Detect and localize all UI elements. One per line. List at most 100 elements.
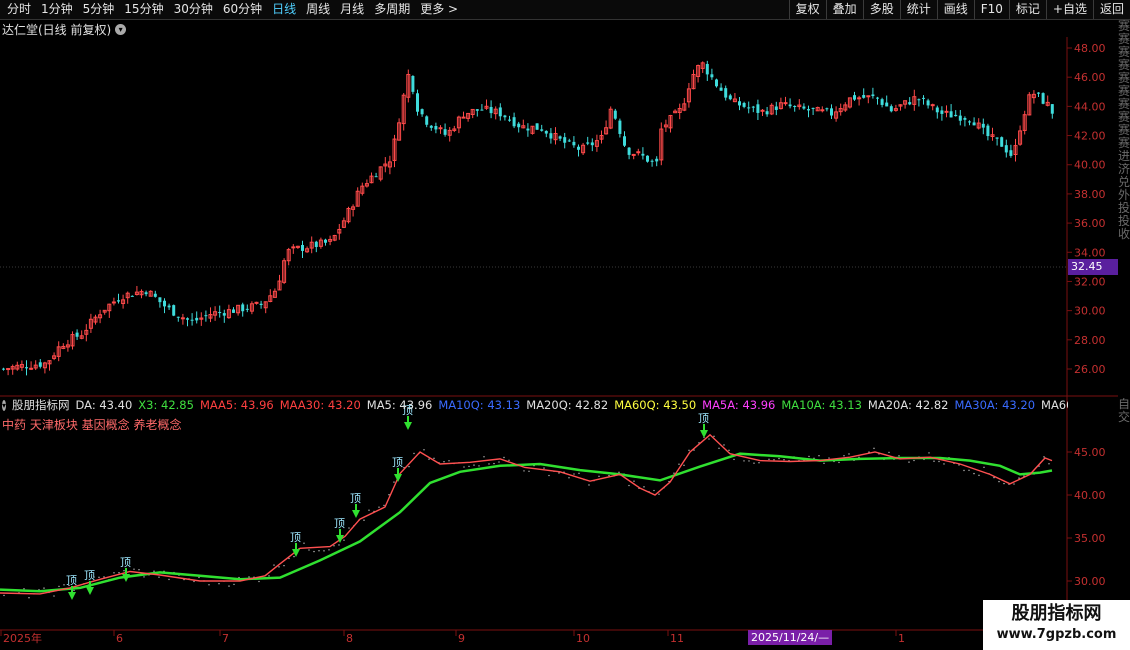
indicator-value-8: MA5A: 43.96 bbox=[702, 398, 776, 412]
da-dot bbox=[578, 472, 580, 475]
tool-button-4[interactable]: 画线 bbox=[936, 0, 974, 19]
candle-body bbox=[820, 109, 825, 112]
candle-body bbox=[369, 175, 374, 184]
da-dot bbox=[773, 459, 775, 461]
candle-body bbox=[604, 127, 609, 135]
candle-body bbox=[33, 364, 38, 369]
tool-button-2[interactable]: 多股 bbox=[862, 0, 900, 19]
tool-button-5[interactable]: F10 bbox=[973, 0, 1009, 19]
price-label: 42.00 bbox=[1074, 130, 1106, 143]
candle-body bbox=[517, 123, 521, 128]
tool-button-0[interactable]: 复权 bbox=[788, 0, 826, 19]
chevron-down-icon[interactable]: ▾ bbox=[115, 23, 127, 35]
da-dot bbox=[43, 587, 45, 589]
indicator-label: 40.00 bbox=[1074, 489, 1106, 502]
tab-3[interactable]: 15分钟 bbox=[119, 0, 168, 19]
da-dot bbox=[163, 570, 165, 573]
tool-button-7[interactable]: +自选 bbox=[1045, 0, 1093, 19]
tab-2[interactable]: 5分钟 bbox=[78, 0, 120, 19]
candle-body bbox=[673, 110, 678, 114]
candle-body bbox=[470, 108, 475, 115]
da-dot bbox=[1048, 463, 1050, 465]
price-label: 40.00 bbox=[1074, 159, 1106, 172]
da-dot bbox=[568, 477, 570, 479]
da-dot bbox=[598, 475, 600, 478]
candle-body bbox=[590, 142, 594, 146]
da-dot bbox=[768, 458, 770, 460]
da-dot bbox=[898, 455, 900, 457]
candle-body bbox=[186, 318, 189, 320]
da-dot bbox=[723, 444, 725, 446]
da-dot bbox=[218, 582, 220, 585]
indicator-value-10: MA20A: 42.82 bbox=[867, 398, 949, 412]
candle-body bbox=[360, 185, 365, 194]
tab-10[interactable]: 更多 > bbox=[415, 0, 463, 19]
da-dot bbox=[1003, 482, 1005, 485]
candle-body bbox=[190, 319, 194, 321]
candle-body bbox=[438, 127, 443, 130]
watermark-title: 股朋指标网 bbox=[1011, 603, 1102, 624]
da-dot bbox=[1028, 472, 1030, 474]
candle-body bbox=[567, 140, 571, 142]
tool-button-1[interactable]: 叠加 bbox=[825, 0, 863, 19]
price-label: 48.00 bbox=[1074, 42, 1106, 55]
tab-5[interactable]: 60分钟 bbox=[218, 0, 267, 19]
tab-0[interactable]: 分时 bbox=[2, 0, 36, 19]
tab-9[interactable]: 多周期 bbox=[369, 0, 415, 19]
kline-chart[interactable]: 顶顶顶顶顶顶顶顶顶 48.0046.0044.0042.0040.0038.00… bbox=[0, 0, 1130, 650]
candle-body bbox=[1041, 93, 1045, 104]
da-dot bbox=[373, 510, 375, 513]
candle-body bbox=[530, 125, 535, 134]
da-dot bbox=[563, 471, 565, 473]
tab-7[interactable]: 周线 bbox=[301, 0, 335, 19]
da-dot bbox=[173, 571, 175, 574]
da-dot bbox=[493, 462, 495, 465]
da-dot bbox=[328, 549, 330, 551]
tool-button-6[interactable]: 标记 bbox=[1008, 0, 1046, 19]
tab-6[interactable]: 日线 bbox=[267, 0, 301, 19]
candle-body bbox=[38, 362, 42, 367]
tool-button-3[interactable]: 统计 bbox=[899, 0, 937, 19]
da-dot bbox=[248, 576, 250, 578]
da-dot bbox=[378, 506, 380, 508]
candle-body bbox=[456, 116, 461, 129]
candle-body bbox=[631, 153, 636, 156]
candle-body bbox=[204, 315, 208, 317]
da-dot bbox=[393, 481, 395, 483]
candle-body bbox=[917, 99, 921, 101]
da-dot bbox=[718, 447, 720, 450]
da-dot bbox=[283, 564, 285, 567]
candle-body bbox=[696, 65, 701, 77]
chevron-down-icon[interactable]: ▾ bbox=[2, 399, 7, 411]
da-dot bbox=[923, 458, 925, 461]
candle-body bbox=[489, 106, 493, 114]
da-dot bbox=[78, 587, 80, 589]
candle-body bbox=[425, 116, 429, 125]
tab-1[interactable]: 1分钟 bbox=[36, 0, 78, 19]
candle-body bbox=[199, 317, 204, 320]
candle-body bbox=[374, 176, 378, 178]
da-dot bbox=[1018, 477, 1020, 479]
date-label: 1 bbox=[898, 632, 905, 645]
candle-body bbox=[254, 301, 259, 304]
tab-4[interactable]: 30分钟 bbox=[169, 0, 218, 19]
da-dot bbox=[268, 575, 270, 577]
da-dot bbox=[28, 597, 30, 599]
candle-body bbox=[411, 76, 415, 92]
tool-buttons: 复权 叠加 多股 统计 画线 F10 标记 +自选 返回 bbox=[788, 0, 1130, 19]
arrow-down-icon bbox=[122, 574, 130, 582]
candle-body bbox=[815, 106, 820, 112]
da-dot bbox=[228, 585, 230, 587]
candle-body bbox=[65, 344, 70, 348]
da-dot bbox=[838, 461, 840, 464]
candle-body bbox=[903, 100, 908, 105]
da-dot bbox=[558, 472, 560, 474]
candle-body bbox=[577, 146, 580, 150]
da-dot bbox=[128, 575, 130, 577]
tab-8[interactable]: 月线 bbox=[335, 0, 369, 19]
da-dot bbox=[953, 462, 955, 465]
tool-button-8[interactable]: 返回 bbox=[1092, 0, 1130, 19]
arrow-down-icon bbox=[404, 422, 412, 430]
candle-body bbox=[249, 303, 254, 312]
da-dot bbox=[543, 467, 545, 469]
